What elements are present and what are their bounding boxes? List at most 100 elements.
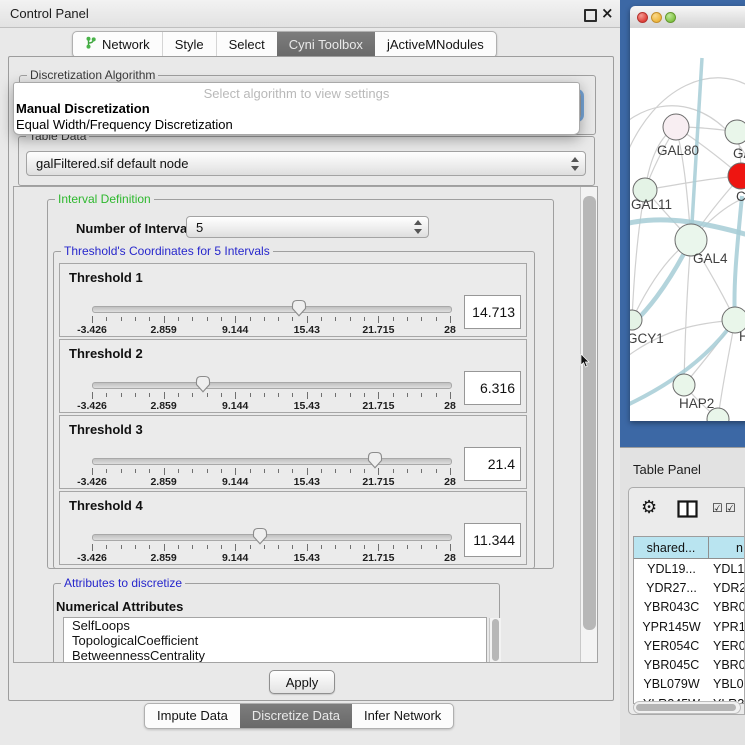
slider-tick — [164, 468, 165, 475]
close-traffic-light-icon[interactable] — [637, 12, 648, 23]
table-cell[interactable]: YER054C — [634, 636, 709, 655]
mouse-cursor — [580, 354, 591, 373]
combo-stepper-icon — [570, 157, 579, 171]
table-hscrollbar[interactable] — [633, 701, 741, 714]
table-cell[interactable]: YBR045C — [634, 655, 709, 674]
table-cell[interactable]: YDR2 — [709, 578, 745, 597]
table-row[interactable]: YBR043CYBR0 — [634, 598, 745, 617]
panel-title: Control Panel — [10, 6, 89, 21]
tab-network[interactable]: Network — [73, 32, 162, 57]
threshold-value-field[interactable]: 6.316 — [464, 371, 521, 405]
slider-tick — [92, 544, 93, 551]
dropdown-item-manual[interactable]: Manual Discretization — [14, 101, 579, 117]
table-row[interactable]: YDL19...YDL1 — [634, 559, 745, 578]
slider-scale-label: -3.426 — [77, 476, 107, 488]
gear-icon[interactable]: ⚙ — [641, 497, 657, 519]
settings-scroll-panel: Interval Definition Number of Intervals … — [13, 186, 598, 663]
network-canvas[interactable]: GAL80GACGAL11GAL4GCY1HHAP2 — [630, 28, 745, 421]
slider-tick — [421, 469, 422, 473]
network-node-gal80[interactable] — [663, 114, 689, 140]
threshold-box-3: Threshold 3-3.4262.8599.14415.4321.71528… — [59, 415, 527, 489]
settings-scrollbar[interactable] — [580, 187, 598, 662]
table-row[interactable]: YBR045CYBR0 — [634, 655, 745, 674]
table-cell[interactable]: YBL0 — [709, 675, 745, 694]
table-row[interactable]: YPR145WYPR1 — [634, 617, 745, 636]
column-header-name[interactable]: n — [709, 537, 745, 558]
network-node-hap2[interactable] — [673, 374, 695, 396]
attribute-item[interactable]: SelfLoops — [64, 618, 486, 633]
float-window-icon[interactable] — [584, 9, 597, 22]
slider-tick — [92, 392, 93, 399]
slider-tick — [436, 545, 437, 549]
slider-track[interactable] — [92, 382, 452, 389]
tab-infer-network[interactable]: Infer Network — [352, 704, 453, 728]
slider-thumb[interactable] — [195, 375, 211, 393]
tab-impute-data[interactable]: Impute Data — [145, 704, 240, 728]
dropdown-item-equal-width[interactable]: Equal Width/Frequency Discretization — [14, 117, 579, 133]
slider-tick — [135, 393, 136, 397]
settings-scrollbar-thumb[interactable] — [583, 196, 596, 630]
apply-button[interactable]: Apply — [269, 670, 335, 694]
table-cell[interactable]: YBR0 — [709, 655, 745, 674]
network-branch-icon — [85, 33, 97, 57]
slider-track[interactable] — [92, 534, 452, 541]
tab-jactivemnodules[interactable]: jActiveMNodules — [375, 32, 496, 57]
checkbox-icon[interactable]: ☑ — [725, 502, 736, 514]
table-cell[interactable]: YDL19... — [634, 559, 709, 578]
slider-thumb[interactable] — [291, 299, 307, 317]
table-cell[interactable]: YPR1 — [709, 617, 745, 636]
checkbox-icon[interactable]: ☑ — [712, 502, 723, 514]
network-node-ga[interactable] — [725, 120, 745, 144]
slider-tick — [264, 545, 265, 549]
table-cell[interactable]: YBL079W — [634, 675, 709, 694]
slider-thumb[interactable] — [252, 527, 268, 545]
network-edge[interactable] — [718, 320, 735, 419]
table-row[interactable]: YER054CYER0 — [634, 636, 745, 655]
column-header-shared-name[interactable]: shared... — [634, 537, 709, 558]
network-edge[interactable] — [684, 240, 691, 385]
slider-tick — [378, 544, 379, 551]
split-column-icon[interactable] — [677, 500, 698, 523]
tab-discretize-data[interactable]: Discretize Data — [240, 704, 352, 728]
network-node-gcy1[interactable] — [630, 310, 642, 330]
threshold-value-field[interactable]: 21.4 — [464, 447, 521, 481]
attributes-scrollbar[interactable] — [489, 618, 501, 663]
threshold-value-field[interactable]: 11.344 — [464, 523, 521, 557]
close-icon[interactable]: × — [601, 4, 614, 22]
minimize-traffic-light-icon[interactable] — [651, 12, 662, 23]
network-edge-thick[interactable] — [734, 196, 742, 320]
table-row[interactable]: YBL079WYBL0 — [634, 675, 745, 694]
table-cell[interactable]: YBR043C — [634, 598, 709, 617]
slider-tick — [106, 393, 107, 397]
slider-tick — [235, 544, 236, 551]
slider-tick — [149, 317, 150, 321]
table-cell[interactable]: YBR0 — [709, 598, 745, 617]
slider-track[interactable] — [92, 306, 452, 313]
attribute-item[interactable]: BetweennessCentrality — [64, 648, 486, 663]
table-data-combobox[interactable]: galFiltered.sif default node — [26, 151, 586, 176]
slider-tick — [378, 468, 379, 475]
slider-scale-label: 28 — [444, 476, 456, 488]
tab-style[interactable]: Style — [162, 32, 216, 57]
num-intervals-value: 5 — [196, 220, 203, 235]
table-row[interactable]: YDR27...YDR2 — [634, 578, 745, 597]
table-cell[interactable]: YDL1 — [709, 559, 745, 578]
table-cell[interactable]: YDR27... — [634, 578, 709, 597]
tab-cyni-toolbox[interactable]: Cyni Toolbox — [277, 32, 375, 57]
slider-track[interactable] — [92, 458, 452, 465]
num-intervals-combobox[interactable]: 5 — [186, 216, 429, 238]
tab-select[interactable]: Select — [216, 32, 277, 57]
slider-tick — [178, 317, 179, 321]
slider-tick — [321, 317, 322, 321]
table-panel-region: Table Panel ⚙ ☑ ☑ shared...nYDL19...YDL1… — [620, 447, 745, 745]
slider-thumb[interactable] — [367, 451, 383, 469]
table-cell[interactable]: YER0 — [709, 636, 745, 655]
table-hscrollbar-thumb[interactable] — [636, 704, 736, 711]
attribute-item[interactable]: TopologicalCoefficient — [64, 633, 486, 648]
zoom-traffic-light-icon[interactable] — [665, 12, 676, 23]
slider-tick — [421, 545, 422, 549]
slider-tick — [278, 469, 279, 473]
attributes-scrollbar-thumb[interactable] — [492, 619, 499, 661]
table-cell[interactable]: YPR145W — [634, 617, 709, 636]
threshold-value-field[interactable]: 14.713 — [464, 295, 521, 329]
